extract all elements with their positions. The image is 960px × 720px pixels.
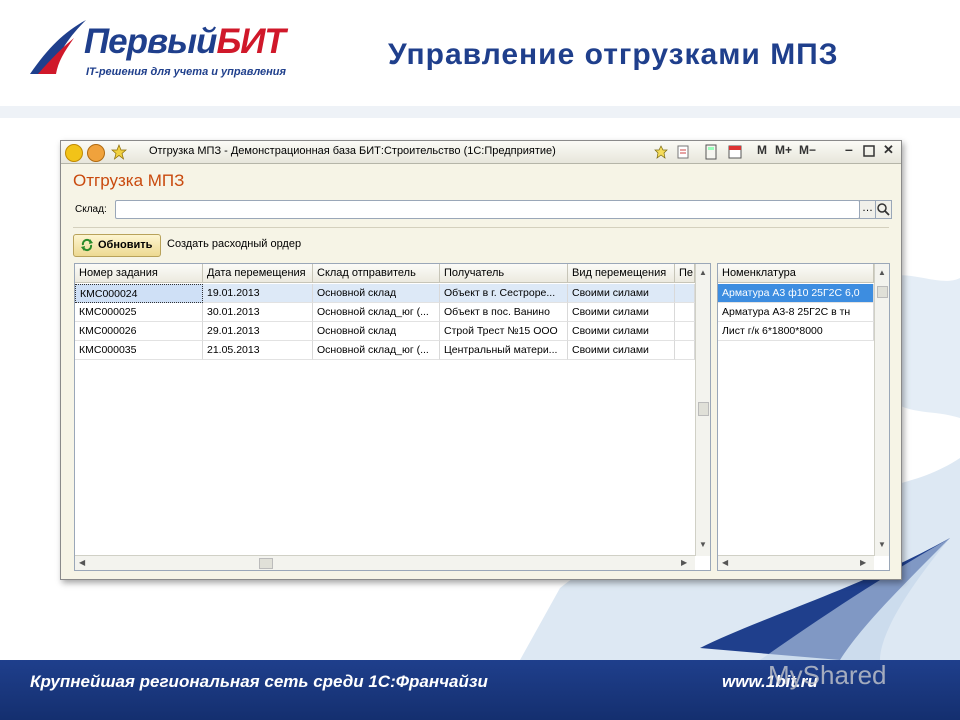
items-vertical-scrollbar[interactable]: ▲ ▼ [874,264,889,556]
table-cell: Своими силами [568,303,675,322]
app-window: Отгрузка МПЗ - Демонстрационная база БИТ… [60,140,902,580]
table-cell: 21.05.2013 [203,341,313,360]
table-cell: Основной склад [313,322,440,341]
memory-minus-button[interactable]: M− [799,143,816,157]
column-header[interactable]: Получатель [440,264,568,283]
favorite-star-icon[interactable] [111,144,127,160]
table-cell: Своими силами [568,322,675,341]
table-cell: 19.01.2013 [203,284,313,303]
brand-logo: ПервыйБИТ [84,22,286,61]
items-table[interactable]: Номенклатура Арматура А3 ф10 25Г2С 6,0 А… [717,263,890,571]
column-header[interactable]: Вид перемещения [568,264,675,283]
table-cell: Основной склад_юг (... [313,303,440,322]
table-cell: КМС000026 [75,322,203,341]
table-cell: Объект в пос. Ванино [440,303,568,322]
table-cell: Основной склад_юг (... [313,341,440,360]
refresh-button-label: Обновить [98,239,153,251]
table-row[interactable]: КМС000024 19.01.2013 Основной склад Объе… [75,284,695,303]
table-row[interactable]: КМС000035 21.05.2013 Основной склад_юг (… [75,341,695,360]
sklad-search-icon[interactable] [875,200,892,219]
table-row[interactable]: Арматура А3 ф10 25Г2С 6,0 [718,284,874,303]
scroll-thumb[interactable] [698,402,709,416]
window-titlebar: Отгрузка МПЗ - Демонстрационная база БИТ… [61,141,901,164]
sklad-input[interactable] [115,200,860,219]
onec-logo-icon[interactable] [65,144,83,162]
refresh-icon [81,238,93,252]
footer-slogan: Крупнейшая региональная сеть среди 1С:Фр… [30,672,488,691]
tasks-vertical-scrollbar[interactable]: ▲ ▼ [695,264,710,556]
table-cell: КМС000035 [75,341,203,360]
scroll-right-icon[interactable]: ▶ [681,558,687,567]
close-button[interactable]: ✕ [883,142,894,158]
watermark: MyShared [768,660,887,690]
column-header[interactable]: Дата перемещения [203,264,313,283]
scroll-right-icon[interactable]: ▶ [860,558,866,567]
scroll-thumb[interactable] [877,286,888,298]
table-cell [675,303,695,322]
form-title: Отгрузка МПЗ [73,171,185,190]
table-cell [675,341,695,360]
table-cell: Своими силами [568,284,675,303]
refresh-button[interactable]: Обновить [73,234,161,257]
column-header[interactable]: Пе [675,264,695,283]
table-cell: Арматура А3 ф10 25Г2С 6,0 [718,284,874,303]
table-cell: КМС000025 [75,303,203,322]
history-icon[interactable] [675,144,691,160]
toolbar-separator [73,227,889,228]
window-title: Отгрузка МПЗ - Демонстрационная база БИТ… [149,145,556,157]
column-header[interactable]: Номер задания [75,264,203,283]
table-cell: Арматура А3-8 25Г2С в тн [718,303,874,322]
scroll-thumb[interactable] [259,558,273,569]
calendar-icon[interactable] [727,144,743,160]
scroll-down-icon[interactable]: ▼ [878,540,886,549]
sklad-label: Склад: [75,204,107,215]
tasks-horizontal-scrollbar[interactable]: ◀ ▶ [75,555,695,570]
scroll-down-icon[interactable]: ▼ [699,540,707,549]
column-header[interactable]: Склад отправитель [313,264,440,283]
table-cell: 30.01.2013 [203,303,313,322]
table-cell: Лист г/к 6*1800*8000 [718,322,874,341]
table-cell [675,322,695,341]
scroll-left-icon[interactable]: ◀ [79,558,85,567]
table-cell: КМС000024 [75,284,203,303]
tasks-table[interactable]: Номер задания Дата перемещения Склад отп… [74,263,711,571]
table-row[interactable]: КМС000026 29.01.2013 Основной склад Стро… [75,322,695,341]
items-horizontal-scrollbar[interactable]: ◀ ▶ [718,555,874,570]
sklad-select-button[interactable]: … [859,200,876,219]
memory-plus-button[interactable]: M+ [775,143,792,157]
slide-header: ПервыйБИТ IT-решения для учета и управле… [0,0,960,106]
scroll-up-icon[interactable]: ▲ [699,268,707,277]
memory-button[interactable]: M [757,143,767,157]
table-cell [675,284,695,303]
maximize-button[interactable] [863,145,875,157]
brand-swoosh-icon [30,20,86,74]
scroll-up-icon[interactable]: ▲ [878,268,886,277]
column-header[interactable]: Номенклатура [718,264,874,283]
table-cell: Своими силами [568,341,675,360]
dropdown-menu-icon[interactable] [87,144,105,162]
table-cell: Объект в г. Сестроре... [440,284,568,303]
scroll-left-icon[interactable]: ◀ [722,558,728,567]
table-row[interactable]: Лист г/к 6*1800*8000 [718,322,874,341]
add-favorite-icon[interactable] [653,144,669,160]
create-order-button[interactable]: Создать расходный ордер [167,238,301,250]
table-cell: Основной склад [313,284,440,303]
table-row[interactable]: Арматура А3-8 25Г2С в тн [718,303,874,322]
table-cell: Центральный матери... [440,341,568,360]
minimize-button[interactable]: – [845,141,853,157]
calculator-icon[interactable] [703,144,719,160]
brand-tagline: IT-решения для учета и управления [86,66,286,78]
slide-title: Управление отгрузками МПЗ [388,38,839,71]
table-cell: 29.01.2013 [203,322,313,341]
table-row[interactable]: КМС000025 30.01.2013 Основной склад_юг (… [75,303,695,322]
table-cell: Строй Трест №15 ООО [440,322,568,341]
header-band [0,106,960,118]
